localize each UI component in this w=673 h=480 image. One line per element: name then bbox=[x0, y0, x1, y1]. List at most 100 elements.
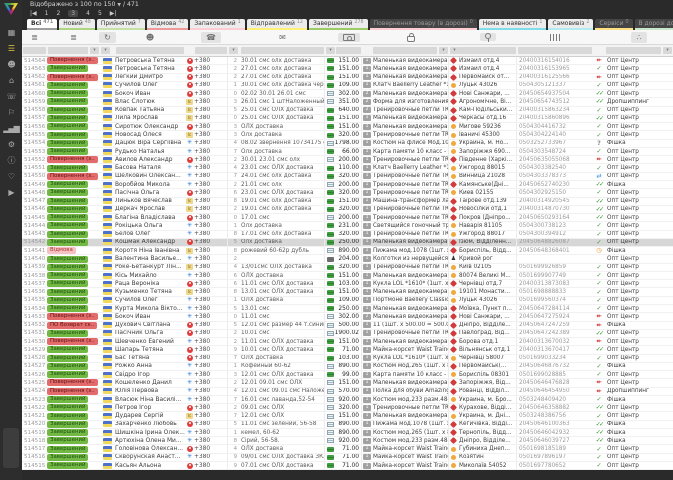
app-logo-icon[interactable] bbox=[4, 3, 18, 15]
column-header-city[interactable] bbox=[458, 33, 517, 42]
table-row[interactable]: 514521 Завершений Дударев Сергій lc +380 7 12.… bbox=[22, 412, 673, 421]
tab-out-of-stock[interactable]: Нема в наявності 1 bbox=[478, 19, 547, 30]
table-row[interactable]: 514549 Завершений Воробйов Микола ✳ +380 2 21.… bbox=[22, 180, 673, 190]
table-row[interactable]: 514545 Завершений Благіна Владіслава +380 0 1… bbox=[22, 214, 673, 223]
table-row[interactable]: 514529 Завершений Шапарь Тетяна +380 9 10.01 … bbox=[22, 346, 673, 355]
page-button[interactable]: 4 bbox=[86, 10, 90, 17]
tab-way-home[interactable]: В дорозі додому0 bbox=[634, 19, 673, 30]
table-row[interactable]: 514560 Завершений Бокоч Иван +380 0 02.02 30.… bbox=[22, 90, 673, 99]
filter-input[interactable] bbox=[606, 47, 661, 54]
table-row[interactable]: 514518 Завершений Артюхіна Олена Ми... ✳ +38… bbox=[22, 437, 673, 446]
table-row[interactable]: 514564 Повернення (з.. Петровська Тетяна +3… bbox=[22, 57, 673, 66]
filter-caret-icon[interactable]: ▾ bbox=[439, 47, 448, 54]
filter-input[interactable] bbox=[116, 47, 184, 54]
tab-accepted[interactable]: Прийнятий 7 bbox=[96, 19, 145, 30]
calls-icon[interactable]: ☏ bbox=[6, 92, 16, 101]
table-row[interactable]: 514548 Завершений Пасічна Ольга +380 6 23.01 … bbox=[22, 189, 673, 198]
page-size-caret-icon[interactable]: ▼ bbox=[117, 3, 121, 8]
table-row[interactable]: 514562 Повернення (з.. Легкий Дмитро +380 2 2… bbox=[22, 73, 673, 82]
table-row[interactable]: 514546 Завершений Деркач Ярослав lc +380 2 19.… bbox=[22, 205, 673, 215]
page-button[interactable]: 5 bbox=[98, 10, 102, 17]
table-row[interactable]: 514522 Завершений Петров Ігор +380 2 09.01 см… bbox=[22, 404, 673, 413]
table-row[interactable]: 514543 Завершений Белов Олег ✳ +380 8 17.01 см… bbox=[22, 230, 673, 239]
table-row[interactable]: 514534 Завершений Курта Микола Вікто... ✳ +3… bbox=[22, 304, 673, 314]
column-header-name[interactable]: ☻ bbox=[115, 33, 185, 42]
last-page-icon[interactable]: ▶| bbox=[110, 10, 117, 17]
table-row[interactable]: 514532 ПО Возврат ск.. Духович Світлана +38… bbox=[22, 321, 673, 330]
table-row[interactable]: 514530 Повернення (з.. Шевченко Евгений ✳ +3… bbox=[22, 338, 673, 347]
table-row[interactable]: 514523 Завершений Власюк Ніна Василі... ✳ +3… bbox=[22, 395, 673, 405]
tab-return-transit[interactable]: Повернення товару (в дорозі) 0 bbox=[369, 19, 477, 30]
table-row[interactable]: 514557 Завершений Лила Ярослав lc +380 0 25.01… bbox=[22, 114, 673, 124]
table-row[interactable]: 514519 Завершений Шишкіна Ірина Олек... ✳ +3… bbox=[22, 428, 673, 438]
table-row[interactable]: 514524 Повернення (з.. Юлія Первова ✳ +380 4 1… bbox=[22, 387, 673, 396]
column-header-status[interactable]: ≣ bbox=[47, 33, 100, 42]
filter-input[interactable] bbox=[373, 47, 437, 54]
clients-icon[interactable]: ☻ bbox=[7, 60, 15, 69]
column-header-tracking[interactable] bbox=[517, 33, 593, 41]
tab-sent[interactable]: Відправлений 12 bbox=[246, 19, 307, 30]
tab-pickup[interactable]: Самовивіз 2 bbox=[548, 19, 594, 30]
stats-icon[interactable]: ▂▄▆ bbox=[3, 124, 20, 133]
table-row[interactable]: 514552 Повернення (з.. Авилов Александр +38… bbox=[22, 156, 673, 165]
table-row[interactable]: 514563 Завершений Петровська Тетяна +380 2 27… bbox=[22, 65, 673, 74]
table-row[interactable]: 514550 Повернення (з.. Шелковин Олексан...… bbox=[22, 172, 673, 181]
table-row[interactable]: 514531 Завершений Пасічник Ольга +380 2 10.01… bbox=[22, 329, 673, 339]
table-row[interactable]: 514561 Завершений Сучилов Олег +380 1 30.01 с… bbox=[22, 81, 673, 91]
tab-packed[interactable]: Запакований 1 bbox=[190, 19, 245, 30]
column-header-source[interactable]: ∴ bbox=[605, 31, 673, 43]
table-row[interactable]: 514539 Завершений Роке-Бетанкурт Лін... lc +… bbox=[22, 263, 673, 272]
tab-refused[interactable]: Відмова 42 bbox=[146, 19, 189, 30]
orders-icon[interactable]: ☰ bbox=[8, 44, 15, 53]
table-row[interactable]: 514517 Завершений Головінова Олексан... +38… bbox=[22, 445, 673, 454]
filter-caret-icon[interactable]: ▾ bbox=[326, 47, 335, 54]
settings-icon[interactable]: ⚙ bbox=[8, 140, 15, 149]
table-row[interactable]: 514526 Завершений Свідро Ігор ✳ +380 3 12.01 с… bbox=[22, 371, 673, 380]
tab-done[interactable]: Завершений 278 bbox=[308, 19, 368, 30]
table-row[interactable]: 514551 Завершений Басова Наталя ✳ +380 4 23.01… bbox=[22, 164, 673, 173]
filter-caret-icon[interactable]: ▾ bbox=[90, 47, 99, 54]
column-header-id[interactable]: ≣ bbox=[22, 33, 47, 42]
page-button[interactable]: 3 bbox=[68, 10, 79, 17]
column-header-phone[interactable]: ☎ bbox=[194, 31, 228, 43]
table-row[interactable]: 514516 Завершений Скворунская Анаст... ✳ +38… bbox=[22, 453, 673, 463]
column-header-product[interactable] bbox=[372, 32, 449, 42]
filter-input[interactable] bbox=[459, 47, 516, 54]
info-icon[interactable]: ⓘ bbox=[8, 156, 16, 165]
table-row[interactable]: 514547 Завершений Линьков Вячеслав lc +380 8 1… bbox=[22, 197, 673, 206]
first-page-icon[interactable]: |◀ bbox=[30, 10, 37, 17]
table-row[interactable]: 514538 Завершений Кісь Михайло ✳ +380 6 ОЛХ до… bbox=[22, 271, 673, 281]
support-icon[interactable]: ♡ bbox=[8, 172, 15, 181]
filter-input[interactable] bbox=[195, 47, 227, 54]
tab-all[interactable]: Всі 471 bbox=[27, 19, 58, 30]
table-row[interactable]: 514533 Повернення (з.. Бокоч Иван ✳ +380 0 11.… bbox=[22, 313, 673, 322]
table-row[interactable]: 514540 Завершений Валентина Василье... ✳ +38… bbox=[22, 255, 673, 264]
filter-caret-icon[interactable]: ▾ bbox=[229, 47, 238, 54]
table-row[interactable]: 514520 Завершений Захарченко Любовь +380 5 11… bbox=[22, 420, 673, 429]
filter-caret-icon[interactable]: ▾ bbox=[663, 47, 672, 54]
company-icon[interactable]: ⌂ bbox=[9, 76, 14, 85]
table-row[interactable]: 514555 Завершений Новосад Олеся lc +380 3 Олх … bbox=[22, 131, 673, 140]
table-row[interactable]: 514527 Завершений Рожко Анна ✳ +380 1 Кофейный… bbox=[22, 362, 673, 372]
table-row[interactable]: 514525 Повернення (з.. Кошеленко Данил ✳ +38… bbox=[22, 379, 673, 388]
tab-services[interactable]: Сервіси 0 bbox=[595, 19, 633, 30]
filter-input[interactable] bbox=[23, 47, 46, 54]
table-row[interactable]: 514541 Відмова Коротя Ніна Іванівна lc +380 8… bbox=[22, 247, 673, 256]
table-row[interactable]: 514528 Завершений Бас Тетяна +380 7 ОЛХ доста… bbox=[22, 354, 673, 363]
table-row[interactable]: 514558 Завершений Ковпак Татьяна lc +380 5 25.… bbox=[22, 106, 673, 115]
table-row[interactable]: 514535 Завершений Сучилов Олег ✳ +380 1 ОЛХ до… bbox=[22, 296, 673, 305]
filter-input[interactable] bbox=[48, 47, 88, 54]
table-row[interactable]: 514542 Завершений Кошмак Александр +380 5 Олх… bbox=[22, 238, 673, 248]
column-header-note[interactable]: ✉ bbox=[240, 33, 325, 42]
table-row[interactable]: 514544 Завершений Рокіцька Ольга ✳ +380 1 Олх … bbox=[22, 222, 673, 231]
table-row[interactable]: 514556 Завершений Сиротюк Олександр +380 3 ОЛ… bbox=[22, 123, 673, 132]
filter-input[interactable] bbox=[241, 47, 324, 54]
video-icon[interactable]: ▶ bbox=[8, 188, 14, 197]
page-button[interactable]: 2 bbox=[56, 10, 60, 17]
tab-new[interactable]: Новий 48 bbox=[59, 19, 95, 30]
filter-input[interactable] bbox=[336, 47, 361, 54]
page-button[interactable]: 1 bbox=[45, 10, 49, 17]
announce-icon[interactable]: ⚐ bbox=[8, 108, 15, 117]
dashboard-icon[interactable]: ▦ bbox=[8, 28, 16, 37]
table-row[interactable]: 514554 Завершений Дацюк Віра Сергіївна ✳ +38… bbox=[22, 139, 673, 148]
